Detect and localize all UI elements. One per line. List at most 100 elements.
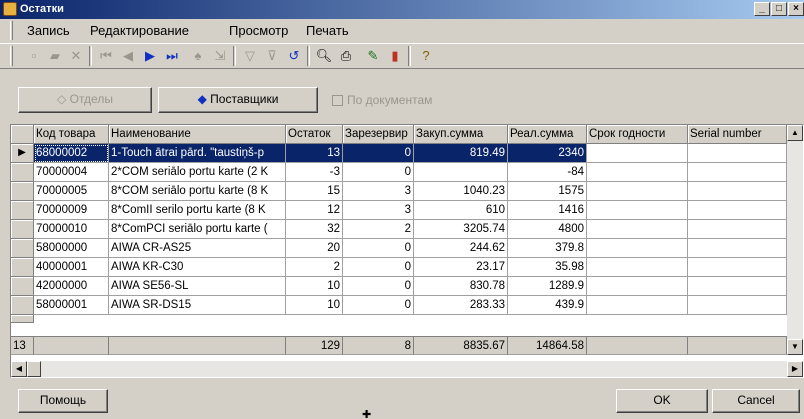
- column-header[interactable]: Срок годности: [587, 125, 688, 144]
- table-cell[interactable]: 0: [343, 144, 414, 163]
- table-cell[interactable]: 12: [286, 201, 343, 220]
- table-cell[interactable]: [688, 258, 787, 277]
- scroll-down-icon[interactable]: ▼: [787, 339, 803, 355]
- menu-print[interactable]: Печать: [306, 23, 349, 38]
- menu-view[interactable]: Просмотр: [229, 23, 288, 38]
- table-cell[interactable]: 1-Touch ātrai pārd. "taustiņš-p: [109, 144, 286, 163]
- table-cell[interactable]: 0: [343, 239, 414, 258]
- table-cell[interactable]: 8*ComPCI seriālo portu karte (: [109, 220, 286, 239]
- table-cell[interactable]: [688, 182, 787, 201]
- table-cell[interactable]: 8*ComII serilo portu karte (8 K: [109, 201, 286, 220]
- row-indicator[interactable]: [11, 201, 34, 220]
- table-cell[interactable]: 2: [343, 220, 414, 239]
- row-indicator[interactable]: [11, 220, 34, 239]
- print-icon[interactable]: ⎙: [336, 47, 356, 65]
- close-button[interactable]: ×: [788, 2, 804, 16]
- scroll-left-icon[interactable]: ◀: [11, 361, 27, 377]
- ok-button[interactable]: OK: [616, 389, 708, 413]
- column-header[interactable]: Наименование: [109, 125, 286, 144]
- row-indicator[interactable]: [11, 258, 34, 277]
- table-cell[interactable]: [587, 258, 688, 277]
- table-cell[interactable]: [587, 201, 688, 220]
- table-cell[interactable]: [587, 163, 688, 182]
- suppliers-button[interactable]: ◆ Поставщики: [158, 87, 318, 113]
- column-header[interactable]: Реал.сумма: [508, 125, 587, 144]
- table-cell[interactable]: 610: [414, 201, 508, 220]
- table-cell[interactable]: [587, 220, 688, 239]
- column-header[interactable]: Код товара: [34, 125, 109, 144]
- table-cell[interactable]: 0: [343, 277, 414, 296]
- table-cell[interactable]: [688, 201, 787, 220]
- table-cell[interactable]: 70000005: [34, 182, 109, 201]
- table-cell[interactable]: 2: [286, 258, 343, 277]
- stock-grid[interactable]: Код товара Наименование Остаток Зарезервир З…: [10, 124, 804, 378]
- table-cell[interactable]: [587, 239, 688, 258]
- table-cell[interactable]: 23.17: [414, 258, 508, 277]
- table-cell[interactable]: [688, 296, 787, 315]
- table-cell[interactable]: 2340: [508, 144, 587, 163]
- scroll-up-icon[interactable]: ▲: [787, 125, 803, 141]
- minimize-button[interactable]: _: [754, 2, 770, 16]
- table-cell[interactable]: 283.33: [414, 296, 508, 315]
- table-cell[interactable]: 8*COM seriālo portu karte (8 K: [109, 182, 286, 201]
- table-cell[interactable]: 68000002: [34, 144, 109, 163]
- table-cell[interactable]: 0: [343, 163, 414, 182]
- edit-chart-icon[interactable]: ✎: [363, 47, 383, 65]
- table-cell[interactable]: 1575: [508, 182, 587, 201]
- column-header[interactable]: Serial number: [688, 125, 787, 144]
- table-cell[interactable]: 3: [343, 182, 414, 201]
- row-indicator[interactable]: [11, 182, 34, 201]
- table-cell[interactable]: 13: [286, 144, 343, 163]
- first-record-icon[interactable]: ⏮: [96, 47, 116, 65]
- table-cell[interactable]: 439.9: [508, 296, 587, 315]
- table-cell[interactable]: 35.98: [508, 258, 587, 277]
- table-cell[interactable]: [688, 163, 787, 182]
- table-cell[interactable]: 70000004: [34, 163, 109, 182]
- scroll-right-icon[interactable]: ▶: [787, 361, 803, 377]
- table-cell[interactable]: [587, 296, 688, 315]
- table-cell[interactable]: [587, 144, 688, 163]
- table-cell[interactable]: -3: [286, 163, 343, 182]
- help-icon[interactable]: ?: [416, 47, 436, 65]
- menu-record[interactable]: Запись: [27, 23, 70, 38]
- table-cell[interactable]: [688, 220, 787, 239]
- table-cell[interactable]: 3205.74: [414, 220, 508, 239]
- table-cell[interactable]: 1289.9: [508, 277, 587, 296]
- refresh-icon[interactable]: ↺: [284, 47, 304, 65]
- row-indicator[interactable]: ▶: [11, 144, 34, 163]
- delete-icon[interactable]: ✕: [66, 47, 86, 65]
- column-header[interactable]: Остаток: [286, 125, 343, 144]
- table-cell[interactable]: 0: [343, 258, 414, 277]
- table-cell[interactable]: 0: [343, 296, 414, 315]
- table-cell[interactable]: 3: [343, 201, 414, 220]
- table-cell[interactable]: -84: [508, 163, 587, 182]
- last-record-icon[interactable]: ⏭: [162, 47, 182, 65]
- table-cell[interactable]: 10: [286, 277, 343, 296]
- find-icon[interactable]: ♠: [188, 47, 208, 65]
- scroll-thumb[interactable]: [27, 361, 41, 377]
- help-button[interactable]: Помощь: [18, 389, 108, 413]
- vertical-scrollbar[interactable]: ▲ ▼: [787, 125, 803, 355]
- row-indicator[interactable]: [11, 277, 34, 296]
- table-cell[interactable]: 15: [286, 182, 343, 201]
- table-cell[interactable]: 42000000: [34, 277, 109, 296]
- table-cell[interactable]: 2*COM seriālo portu karte (2 K: [109, 163, 286, 182]
- table-cell[interactable]: 40000001: [34, 258, 109, 277]
- table-cell[interactable]: AIWA SR-DS15: [109, 296, 286, 315]
- table-cell[interactable]: AIWA CR-AS25: [109, 239, 286, 258]
- column-header[interactable]: Зарезервир: [343, 125, 414, 144]
- table-cell[interactable]: 379.8: [508, 239, 587, 258]
- next-record-icon[interactable]: ▶: [140, 47, 160, 65]
- prev-record-icon[interactable]: ◀: [118, 47, 138, 65]
- row-indicator[interactable]: [11, 239, 34, 258]
- chart-icon[interactable]: ▮: [385, 47, 405, 65]
- table-cell[interactable]: 70000009: [34, 201, 109, 220]
- table-cell[interactable]: 4800: [508, 220, 587, 239]
- table-cell[interactable]: 830.78: [414, 277, 508, 296]
- menu-edit[interactable]: Редактирование: [90, 23, 189, 38]
- row-indicator[interactable]: [11, 163, 34, 182]
- table-cell[interactable]: [587, 182, 688, 201]
- cancel-button[interactable]: Cancel: [712, 389, 800, 413]
- table-cell[interactable]: [587, 277, 688, 296]
- clear-filter-icon[interactable]: ⊽: [262, 47, 282, 65]
